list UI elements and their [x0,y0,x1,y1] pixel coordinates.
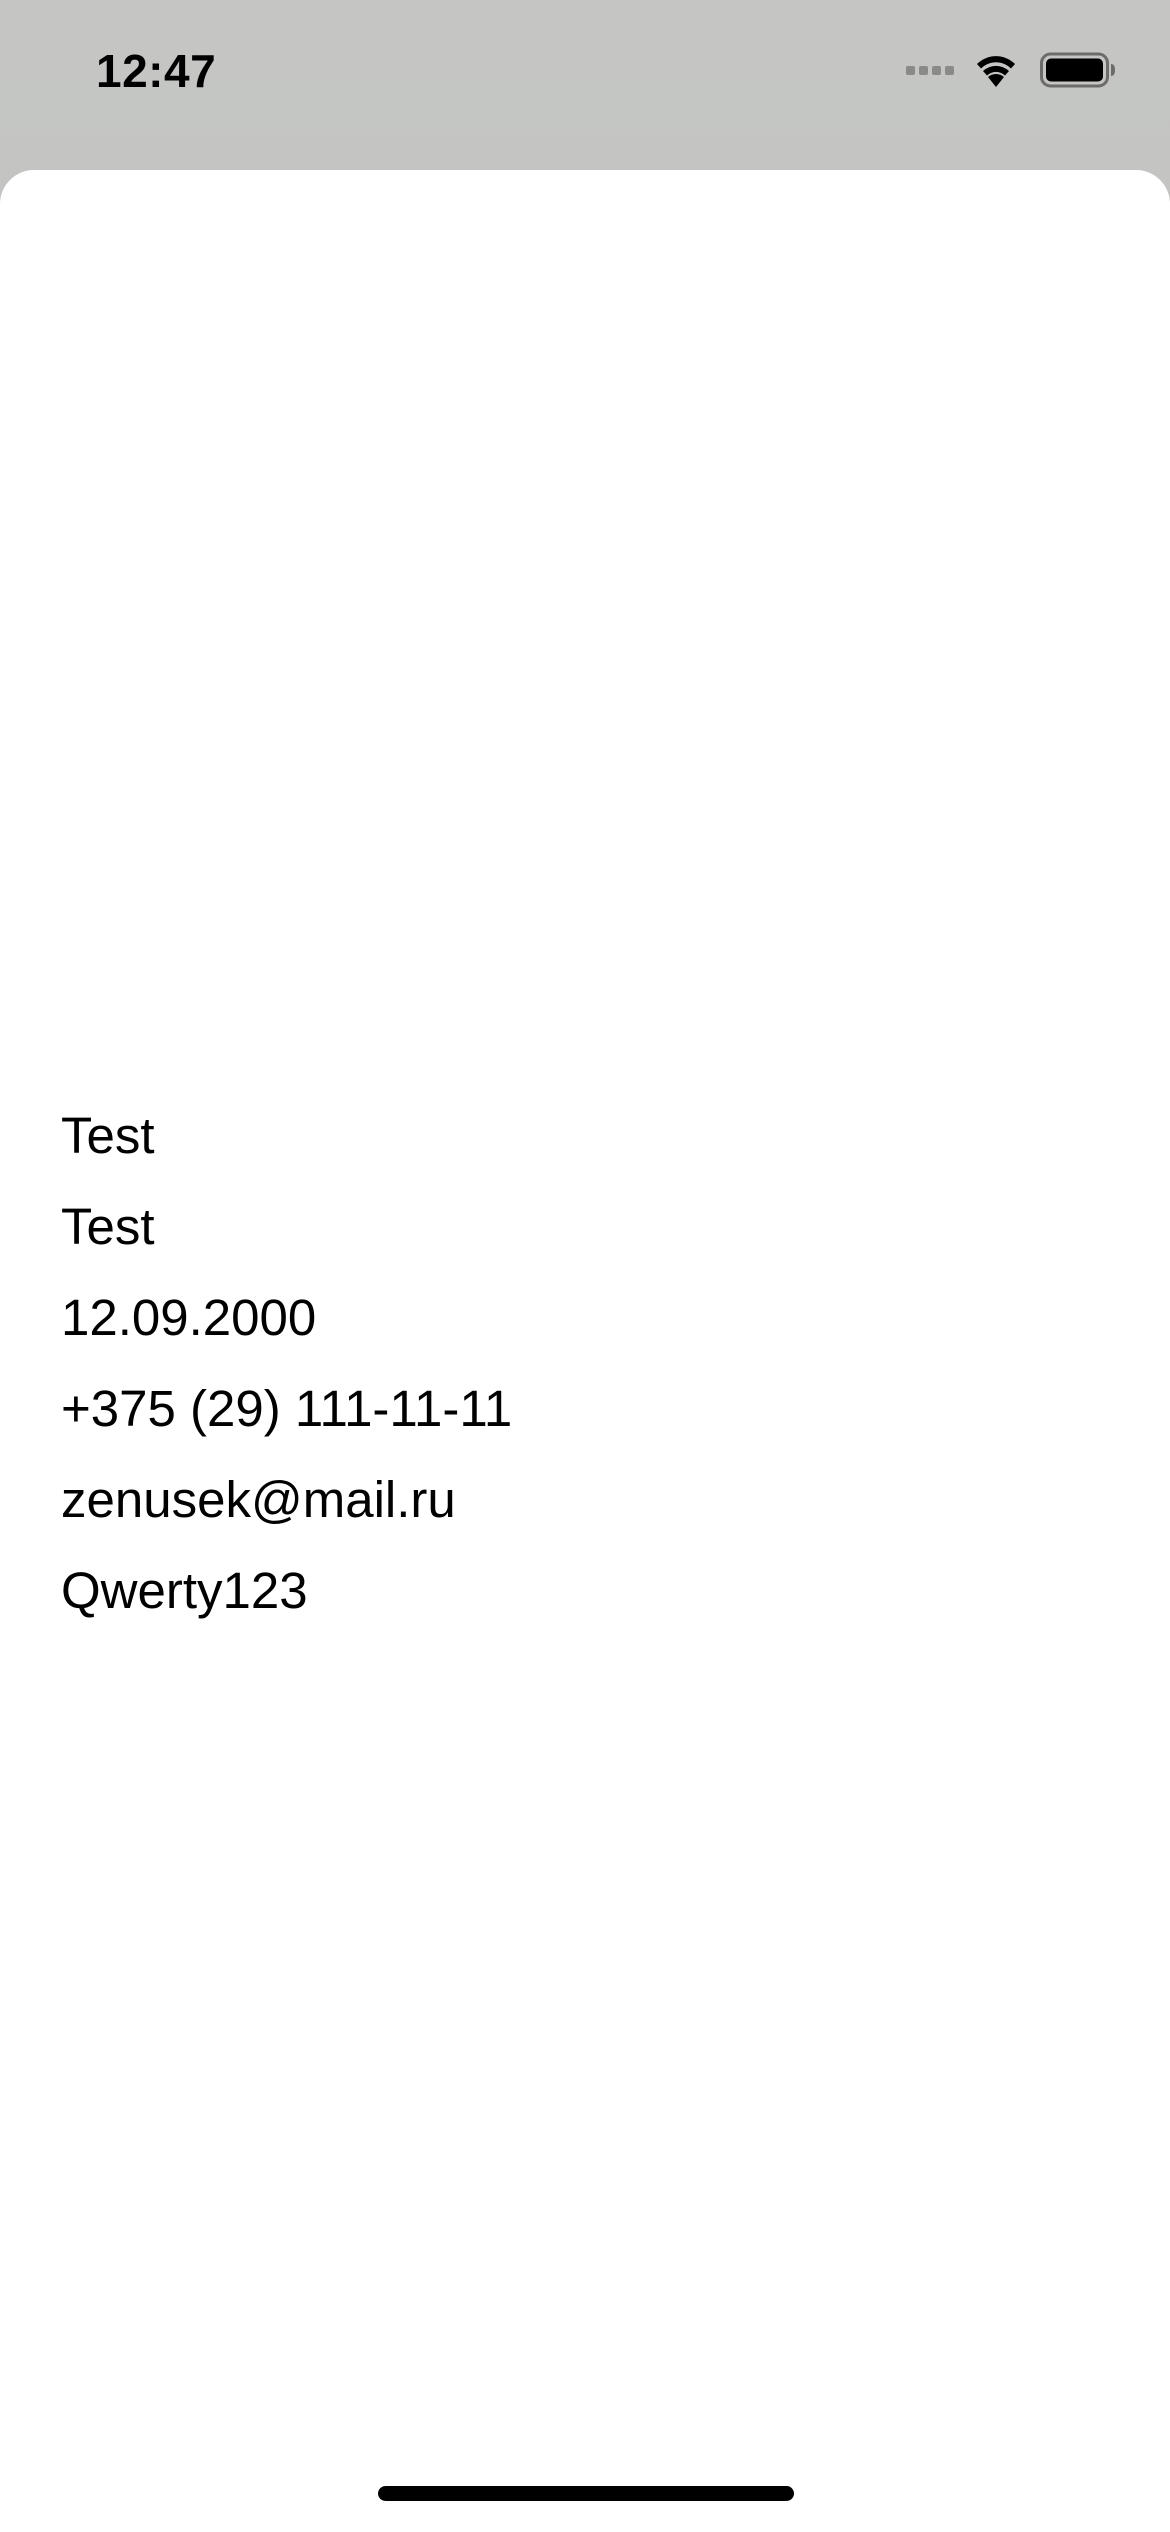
home-indicator[interactable] [378,2486,794,2501]
status-time: 12:47 [96,45,217,97]
status-icons [906,52,1116,88]
password-text: Qwerty123 [61,1562,308,1619]
wifi-icon [977,56,1015,87]
last-name-text: Test [61,1198,155,1255]
cellular-signal-icon [906,65,958,75]
profile-sheet: Test Test 12.09.2000 +375 (29) 111-11-11… [0,170,1170,2532]
first-name-text: Test [61,1107,155,1164]
phone-text: +375 (29) 111-11-11 [61,1380,513,1437]
birth-date-text: 12.09.2000 [61,1289,317,1346]
battery-icon [1040,52,1115,88]
email-text: zenusek@mail.ru [61,1471,456,1528]
status-bar: 12:47 [0,0,1170,170]
profile-fields: Test Test 12.09.2000 +375 (29) 111-11-11… [61,1090,512,1636]
